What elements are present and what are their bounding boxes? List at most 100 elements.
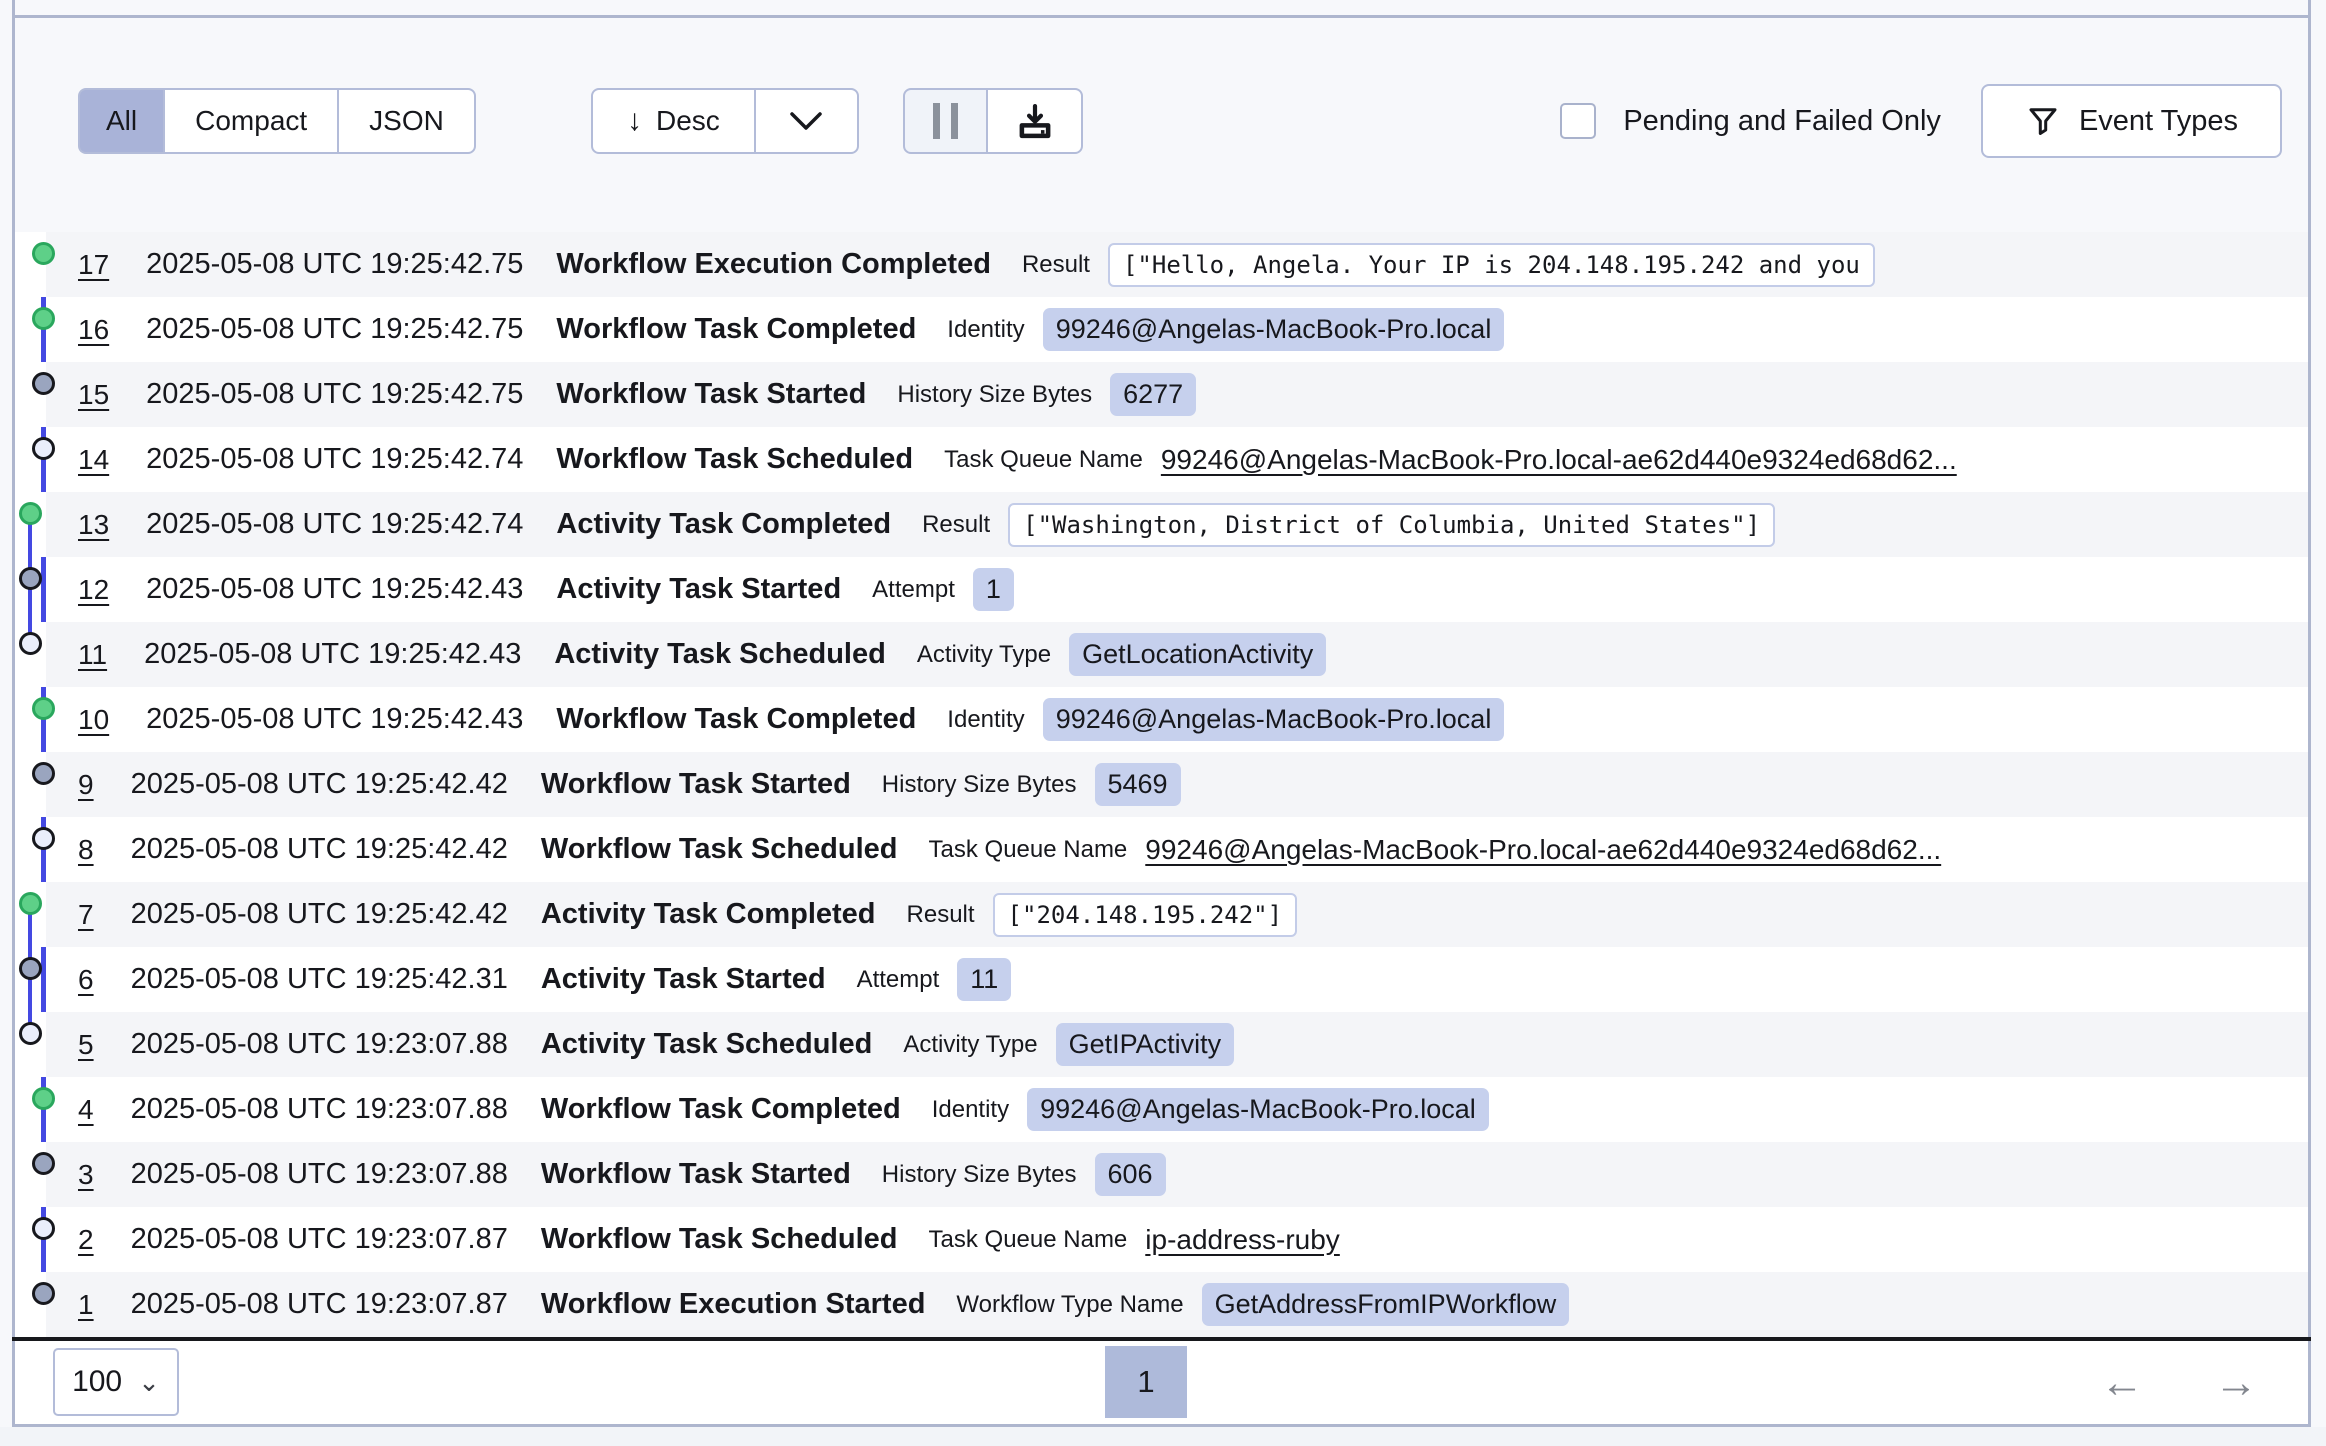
panel-right-border	[2308, 0, 2311, 1427]
event-status-dot	[19, 1022, 42, 1045]
event-id-link[interactable]: 13	[78, 509, 109, 541]
chevron-down-icon	[789, 111, 823, 131]
event-row: 6 2025-05-08 UTC 19:25:42.31 Activity Ta…	[15, 947, 2308, 1012]
next-page-button[interactable]: →	[2208, 1360, 2264, 1406]
event-timestamp: 2025-05-08 UTC 19:25:42.43	[146, 573, 523, 606]
event-attr-label: History Size Bytes	[897, 381, 1092, 409]
event-id-link[interactable]: 5	[78, 1029, 94, 1061]
event-row: 1 2025-05-08 UTC 19:23:07.87 Workflow Ex…	[15, 1272, 2308, 1337]
event-attr-value: 11	[957, 958, 1011, 1001]
event-row: 2 2025-05-08 UTC 19:23:07.87 Workflow Ta…	[15, 1207, 2308, 1272]
funnel-icon	[2025, 103, 2061, 139]
event-row: 5 2025-05-08 UTC 19:23:07.88 Activity Ta…	[15, 1012, 2308, 1077]
event-attr-label: Identity	[947, 706, 1024, 734]
event-types-button[interactable]: Event Types	[1981, 84, 2282, 158]
event-name: Activity Task Scheduled	[541, 1028, 872, 1061]
event-timestamp: 2025-05-08 UTC 19:23:07.88	[131, 1028, 508, 1061]
event-row: 14 2025-05-08 UTC 19:25:42.74 Workflow T…	[15, 427, 2308, 492]
event-attr-label: Task Queue Name	[944, 446, 1143, 474]
pagination-footer: 100 ⌄ 1 ← →	[15, 1341, 2308, 1424]
event-id-link[interactable]: 11	[78, 639, 107, 671]
page-size-select[interactable]: 100 ⌄	[53, 1348, 179, 1416]
chevron-down-icon: ⌄	[138, 1376, 160, 1389]
event-attr-value: GetAddressFromIPWorkflow	[1202, 1283, 1570, 1326]
event-timestamp: 2025-05-08 UTC 19:25:42.43	[144, 638, 521, 671]
event-id-link[interactable]: 6	[78, 964, 94, 996]
event-id-link[interactable]: 1	[78, 1289, 94, 1321]
event-timestamp: 2025-05-08 UTC 19:25:42.75	[146, 313, 523, 346]
event-row: 7 2025-05-08 UTC 19:25:42.42 Activity Ta…	[15, 882, 2308, 947]
download-button[interactable]	[987, 88, 1083, 154]
event-id-link[interactable]: 3	[78, 1159, 94, 1191]
event-status-dot	[32, 307, 55, 330]
event-timestamp: 2025-05-08 UTC 19:25:42.42	[131, 768, 508, 801]
event-id-link[interactable]: 9	[78, 769, 94, 801]
event-timestamp: 2025-05-08 UTC 19:25:42.75	[146, 248, 523, 281]
event-id-link[interactable]: 16	[78, 314, 109, 346]
view-mode-json[interactable]: JSON	[337, 88, 476, 154]
event-timestamp: 2025-05-08 UTC 19:23:07.88	[131, 1158, 508, 1191]
pending-failed-checkbox[interactable]	[1560, 103, 1596, 139]
event-attr-label: Result	[1022, 251, 1090, 279]
event-name: Activity Task Started	[541, 963, 826, 996]
event-name: Activity Task Completed	[556, 508, 891, 541]
event-timestamp: 2025-05-08 UTC 19:25:42.75	[146, 378, 523, 411]
event-name: Activity Task Completed	[541, 898, 876, 931]
event-attr-value[interactable]: ip-address-ruby	[1145, 1224, 1340, 1256]
event-timestamp: 2025-05-08 UTC 19:23:07.88	[131, 1093, 508, 1126]
sort-order-label: Desc	[656, 105, 720, 137]
event-status-dot	[32, 437, 55, 460]
event-id-link[interactable]: 8	[78, 834, 94, 866]
event-attr-label: Result	[922, 511, 990, 539]
event-row: 11 2025-05-08 UTC 19:25:42.43 Activity T…	[15, 622, 2308, 687]
event-id-link[interactable]: 7	[78, 899, 94, 931]
event-id-link[interactable]: 2	[78, 1224, 94, 1256]
page-size-value: 100	[72, 1365, 122, 1399]
event-name: Workflow Task Completed	[556, 703, 916, 736]
event-attr-label: Workflow Type Name	[956, 1291, 1183, 1319]
event-row: 10 2025-05-08 UTC 19:25:42.43 Workflow T…	[15, 687, 2308, 752]
event-status-dot	[32, 827, 55, 850]
event-id-link[interactable]: 14	[78, 444, 109, 476]
event-timestamp: 2025-05-08 UTC 19:25:42.31	[131, 963, 508, 996]
event-name: Workflow Task Completed	[556, 313, 916, 346]
event-timestamp: 2025-05-08 UTC 19:25:42.74	[146, 508, 523, 541]
event-timestamp: 2025-05-08 UTC 19:25:42.74	[146, 443, 523, 476]
event-attr-label: History Size Bytes	[882, 771, 1077, 799]
pause-button[interactable]	[903, 88, 987, 154]
previous-page-button[interactable]: ←	[2094, 1360, 2150, 1406]
sort-options-button[interactable]	[755, 88, 859, 154]
arrow-right-icon: →	[2214, 1358, 2258, 1407]
event-id-link[interactable]: 10	[78, 704, 109, 736]
event-id-link[interactable]: 4	[78, 1094, 94, 1126]
event-status-dot	[19, 892, 42, 915]
event-status-dot	[32, 242, 55, 265]
event-id-link[interactable]: 17	[78, 249, 109, 281]
sort-order-button[interactable]: ↓ Desc	[591, 88, 755, 154]
event-status-dot	[32, 1282, 55, 1305]
event-name: Workflow Task Scheduled	[541, 833, 898, 866]
view-mode-compact[interactable]: Compact	[163, 88, 337, 154]
event-list: 17 2025-05-08 UTC 19:25:42.75 Workflow E…	[15, 232, 2308, 1337]
filter-cluster: Pending and Failed Only Event Types	[1560, 84, 2282, 158]
pending-failed-label[interactable]: Pending and Failed Only	[1623, 105, 1941, 138]
event-timestamp: 2025-05-08 UTC 19:25:42.43	[146, 703, 523, 736]
current-page-button[interactable]: 1	[1105, 1346, 1187, 1418]
event-name: Workflow Execution Started	[541, 1288, 926, 1321]
event-row: 17 2025-05-08 UTC 19:25:42.75 Workflow E…	[15, 232, 2308, 297]
event-id-link[interactable]: 15	[78, 379, 109, 411]
event-name: Activity Task Started	[556, 573, 841, 606]
event-id-link[interactable]: 12	[78, 574, 109, 606]
event-attr-value: 99246@Angelas-MacBook-Pro.local	[1043, 698, 1505, 741]
event-name: Workflow Execution Completed	[556, 248, 991, 281]
event-attr-value[interactable]: 99246@Angelas-MacBook-Pro.local-ae62d440…	[1161, 444, 1957, 476]
event-name: Workflow Task Started	[541, 1158, 851, 1191]
arrow-left-icon: ←	[2100, 1358, 2144, 1407]
event-status-dot	[19, 567, 42, 590]
event-attr-label: Task Queue Name	[929, 836, 1128, 864]
event-attr-value[interactable]: 99246@Angelas-MacBook-Pro.local-ae62d440…	[1145, 834, 1941, 866]
event-attr-value: ["Hello, Angela. Your IP is 204.148.195.…	[1108, 243, 1875, 287]
event-attr-value: GetIPActivity	[1056, 1023, 1235, 1066]
event-status-dot	[32, 697, 55, 720]
view-mode-all[interactable]: All	[78, 88, 163, 154]
